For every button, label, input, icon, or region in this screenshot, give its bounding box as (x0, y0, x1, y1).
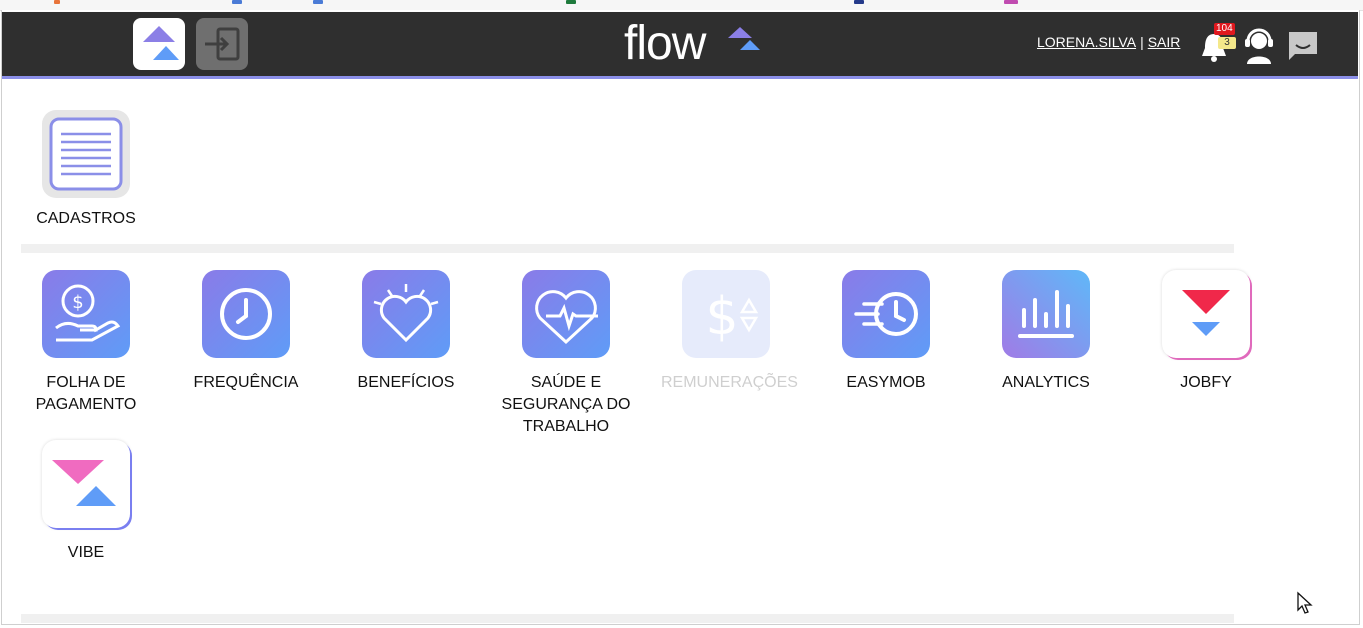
app-cadastros[interactable]: CADASTROS (21, 110, 151, 230)
app-label: ANALYTICS (981, 372, 1111, 394)
app-label: BENEFÍCIOS (341, 372, 471, 394)
app-label: REMUNERAÇÕES (661, 372, 798, 394)
app-label: CADASTROS (36, 210, 136, 227)
tab-favicon (54, 0, 60, 4)
app-frequencia[interactable]: FREQUÊNCIA (181, 270, 311, 394)
tab-favicon (313, 0, 323, 4)
section-divider (21, 614, 1234, 623)
tab-favicon (232, 0, 242, 4)
chat-icon (1289, 32, 1317, 60)
user-separator: | (1140, 34, 1144, 50)
flow-home-icon (143, 26, 179, 60)
tab-favicon (1004, 0, 1018, 4)
label-line: ANALYTICS (1002, 374, 1090, 391)
app-label: SAÚDE E SEGURANÇA DO TRABALHO (501, 372, 631, 438)
app-beneficios[interactable]: BENEFÍCIOS (341, 270, 471, 394)
messages-badge: 3 (1218, 37, 1236, 49)
support-button[interactable] (1242, 26, 1276, 66)
vibe-logo-icon (42, 440, 130, 528)
tab-favicon (854, 0, 864, 4)
app-analytics[interactable]: ANALYTICS (981, 270, 1111, 394)
label-line: FREQUÊNCIA (193, 374, 299, 391)
app-saude-seguranca[interactable]: SAÚDE E SEGURANÇA DO TRABALHO (501, 270, 631, 438)
app-label: VIBE (67, 544, 105, 561)
fast-clock-icon (842, 270, 930, 358)
label-line: EASYMOB (846, 374, 926, 391)
app-remuneracoes: $ REMUNERAÇÕES (661, 270, 798, 394)
bar-chart-icon (1002, 270, 1090, 358)
sign-in-icon (205, 27, 240, 61)
user-name-link[interactable]: LORENA.SILVA (1037, 34, 1136, 50)
app-label: JOBFY (1141, 372, 1271, 394)
section-divider (21, 244, 1234, 253)
user-area: LORENA.SILVA | SAIR (1037, 34, 1180, 50)
list-icon (42, 110, 130, 198)
chat-button[interactable] (1286, 28, 1320, 64)
notifications-badge: 104 (1214, 23, 1235, 35)
app-vibe[interactable]: VIBE (21, 440, 151, 564)
home-button[interactable] (133, 18, 185, 70)
mouse-cursor-icon (1297, 591, 1313, 614)
logo-text: flow (624, 17, 706, 70)
label-line: JOBFY (1180, 374, 1232, 391)
sign-in-button[interactable] (196, 18, 248, 70)
app-easymob[interactable]: EASYMOB (821, 270, 951, 394)
app-label: FREQUÊNCIA (181, 372, 311, 394)
label-line: PAGAMENTO (35, 396, 137, 413)
heart-icon (362, 270, 450, 358)
app-jobfy[interactable]: JOBFY (1141, 270, 1271, 394)
label-line: REMUNERAÇÕES (661, 374, 798, 391)
top-header: flow LORENA.SILVA | SAIR 104 3 (2, 12, 1358, 79)
flow-logo: flow (624, 17, 774, 72)
label-line: SAÚDE E (530, 374, 602, 391)
app-label: FOLHA DE PAGAMENTO (21, 372, 151, 416)
jobfy-logo-icon (1162, 270, 1250, 358)
logout-link[interactable]: SAIR (1148, 34, 1181, 50)
flow-logo-mark-icon (728, 27, 760, 50)
label-line: FOLHA DE (46, 374, 126, 391)
clock-icon (202, 270, 290, 358)
headset-support-icon (1245, 28, 1273, 64)
app-folha-de-pagamento[interactable]: $ FOLHA DE PAGAMENTO (21, 270, 151, 416)
svg-text:$: $ (72, 292, 83, 313)
app-label: EASYMOB (821, 372, 951, 394)
svg-text:$: $ (705, 287, 738, 347)
label-line: TRABALHO (522, 418, 610, 435)
heartbeat-icon (522, 270, 610, 358)
tab-favicon (566, 0, 576, 4)
dollar-sort-icon: $ (682, 270, 770, 358)
money-hand-icon: $ (42, 270, 130, 358)
label-line: SEGURANÇA DO (501, 396, 631, 413)
label-line: BENEFÍCIOS (357, 374, 455, 391)
